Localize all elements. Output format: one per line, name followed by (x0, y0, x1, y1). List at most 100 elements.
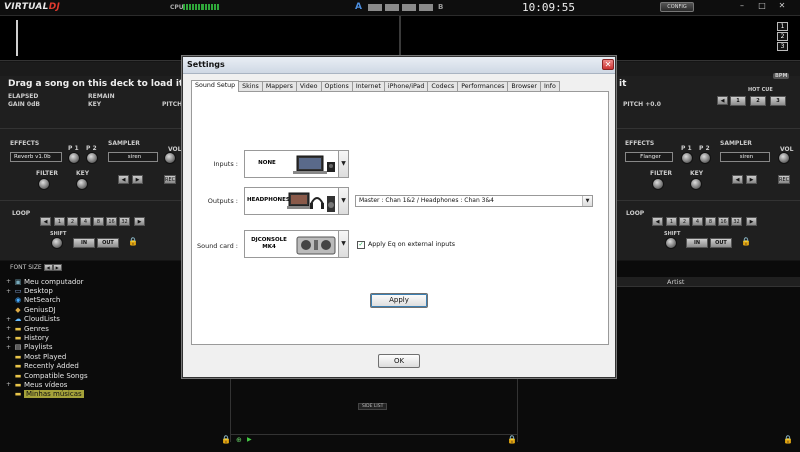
effects-label: EFFECTS (10, 140, 40, 147)
right-filter-knob[interactable] (652, 178, 664, 190)
right-loop-back-button[interactable]: ◀ (652, 217, 663, 226)
loop-in-button[interactable]: IN (73, 238, 95, 248)
tree-item-minhas-musicas[interactable]: ▬ Minhas músicas (6, 390, 226, 399)
soundcard-value-line1: DJCONSOLE (251, 237, 287, 243)
sidelist-lock-icon[interactable]: 🔒 (507, 435, 517, 444)
right-sampler-play-button[interactable]: ▶ (746, 175, 757, 184)
apply-eq-checkbox[interactable]: ✓ (357, 241, 365, 249)
outputs-dropdown-icon[interactable]: ▼ (338, 187, 349, 215)
sampler-volume-knob[interactable] (164, 152, 176, 164)
key-knob[interactable] (76, 178, 88, 190)
right-sampler-volume-knob[interactable] (778, 152, 790, 164)
loop-size-8[interactable]: 8 (93, 217, 104, 226)
sampler-prev-button[interactable]: ◀ (118, 175, 129, 184)
output-routing-select[interactable]: Master : Chan 1&2 / Headphones : Chan 3&… (355, 195, 593, 207)
soundcard-select[interactable]: DJCONSOLE MK4 (244, 230, 339, 258)
artist-column-header[interactable]: Artist (617, 277, 800, 287)
expand-icon[interactable]: + (6, 381, 12, 388)
sampler-select[interactable]: siren (108, 152, 158, 162)
hot-cue-3[interactable]: 3 (770, 96, 786, 106)
right-shift-label: SHIFT (664, 231, 681, 237)
right-lock-icon[interactable]: 🔒 (783, 435, 793, 444)
side-list-toggle[interactable]: SIDE LIST (358, 403, 388, 410)
inputs-select[interactable]: NONE (244, 150, 339, 178)
right-sampler-select[interactable]: siren (720, 152, 770, 162)
crossfader[interactable] (368, 4, 433, 11)
expand-icon[interactable]: + (6, 288, 12, 295)
tab-sound-setup[interactable]: Sound Setup (191, 80, 240, 92)
loop-size-16[interactable]: 16 (106, 217, 117, 226)
right-loop-lock-icon[interactable]: 🔒 (741, 237, 751, 246)
right-loop-size-2[interactable]: 2 (679, 217, 690, 226)
expand-icon[interactable]: + (6, 335, 12, 342)
dialog-title-bar[interactable] (183, 57, 615, 74)
outputs-select[interactable]: HEADPHONES (244, 187, 339, 215)
right-sampler-prev-button[interactable]: ◀ (732, 175, 743, 184)
effect-p2-knob[interactable] (86, 152, 98, 164)
sampler-play-button[interactable]: ▶ (132, 175, 143, 184)
browser-lock-icon[interactable]: 🔒 (221, 435, 231, 444)
effect-select[interactable]: Reverb v1.0b (10, 152, 62, 162)
play-icon[interactable]: ▶ (247, 436, 252, 443)
inputs-dropdown-icon[interactable]: ▼ (338, 150, 349, 178)
right-loop-forward-button[interactable]: ▶ (746, 217, 757, 226)
output-routing-dropdown-icon[interactable]: ▼ (582, 196, 592, 206)
deck-number-2[interactable]: 2 (777, 32, 788, 41)
tree-item-meus-videos[interactable]: + ▬ Meus vídeos (6, 380, 226, 389)
loop-back-button[interactable]: ◀ (40, 217, 51, 226)
cpu-label: CPU (170, 4, 184, 11)
loop-size-4[interactable]: 4 (80, 217, 91, 226)
effect-p1-knob[interactable] (68, 152, 80, 164)
filter-knob[interactable] (38, 178, 50, 190)
soundcard-dropdown-icon[interactable]: ▼ (338, 230, 349, 258)
expand-icon[interactable]: + (6, 325, 12, 332)
left-deck-title: Drag a song on this deck to load it (8, 79, 184, 89)
app-logo: VIRTUALDJ (4, 2, 60, 12)
right-loop-size-1[interactable]: 1 (666, 217, 677, 226)
folder-icon: ▬ (14, 324, 22, 333)
right-sampler-label: SAMPLER (720, 140, 752, 147)
right-loop-size-8[interactable]: 8 (705, 217, 716, 226)
expand-icon[interactable]: + (6, 344, 12, 351)
close-icon[interactable]: ✕ (776, 1, 788, 11)
right-effect-p1-knob[interactable] (681, 152, 693, 164)
right-loop-size-32[interactable]: 32 (731, 217, 742, 226)
right-loop-in-button[interactable]: IN (686, 238, 708, 248)
deck-number-3[interactable]: 3 (777, 42, 788, 51)
minimize-icon[interactable]: – (736, 1, 748, 11)
right-sampler-rec-button[interactable]: REC (778, 175, 790, 184)
right-effect-select[interactable]: Flanger (625, 152, 673, 162)
apply-button[interactable]: Apply (370, 293, 428, 308)
loop-size-1[interactable]: 1 (54, 217, 65, 226)
hot-cue-2[interactable]: 2 (750, 96, 766, 106)
right-key-knob[interactable] (690, 178, 702, 190)
tree-item-label: Meus vídeos (24, 380, 68, 389)
right-loop-out-button[interactable]: OUT (710, 238, 732, 248)
expand-icon[interactable]: + (6, 316, 12, 323)
ok-button[interactable]: OK (378, 354, 420, 368)
right-loop-size-4[interactable]: 4 (692, 217, 703, 226)
key-knob-label: KEY (76, 170, 90, 177)
dialog-close-icon[interactable]: ✕ (602, 59, 614, 70)
loop-out-button[interactable]: OUT (97, 238, 119, 248)
right-effect-p2-knob[interactable] (699, 152, 711, 164)
config-button[interactable]: CONFIG (660, 2, 694, 12)
font-larger-button[interactable]: ▶ (52, 264, 62, 271)
logo-text: VIRTUAL (4, 2, 49, 12)
loop-lock-icon[interactable]: 🔒 (128, 237, 138, 246)
font-smaller-button[interactable]: ◀ (43, 264, 53, 271)
hot-cue-1[interactable]: 1 (730, 96, 746, 106)
right-loop-size-16[interactable]: 16 (718, 217, 729, 226)
sampler-rec-button[interactable]: REC (164, 175, 176, 184)
loop-size-2[interactable]: 2 (67, 217, 78, 226)
right-loop-shift-knob[interactable] (665, 237, 677, 249)
hot-cue-prev-button[interactable]: ◀ (717, 96, 728, 105)
loop-shift-knob[interactable] (51, 237, 63, 249)
expand-icon[interactable]: + (6, 278, 12, 285)
loop-forward-button[interactable]: ▶ (134, 217, 145, 226)
logo-dj-text: DJ (48, 2, 61, 12)
deck-number-1[interactable]: 1 (777, 22, 788, 31)
loop-size-32[interactable]: 32 (119, 217, 130, 226)
search-options-icon[interactable]: ⊕ (236, 436, 242, 444)
maximize-icon[interactable]: □ (756, 1, 768, 11)
